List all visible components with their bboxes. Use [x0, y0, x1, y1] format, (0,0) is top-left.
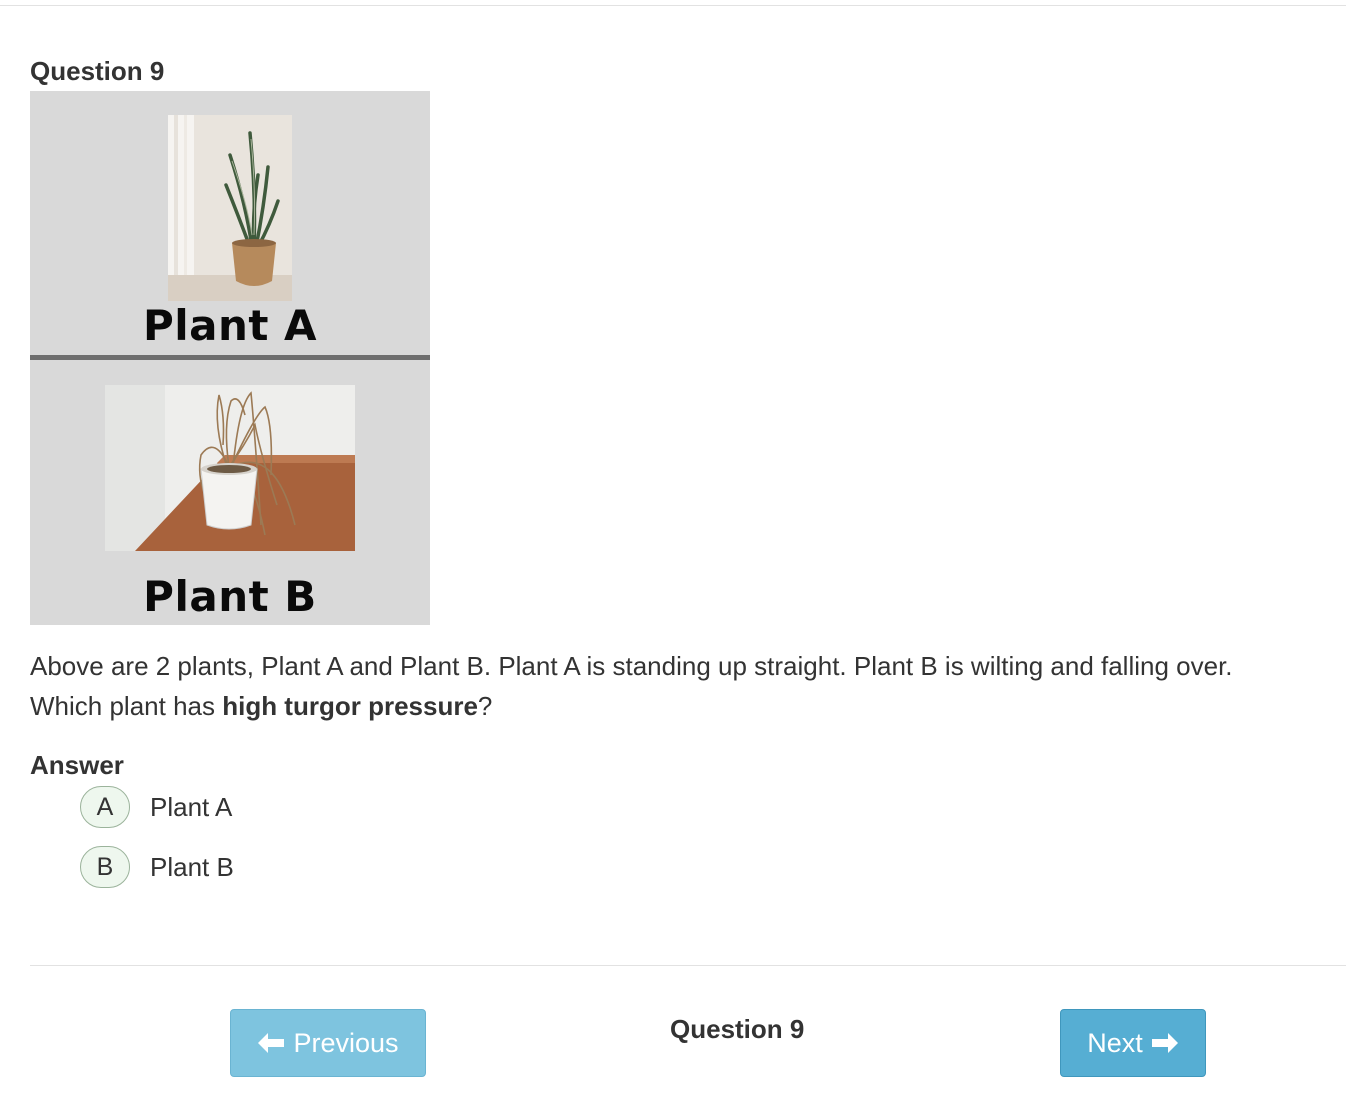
- plant-a-label: Plant A: [142, 301, 318, 350]
- next-button[interactable]: Next: [1060, 1009, 1206, 1077]
- prompt-emphasis: high turgor pressure: [222, 691, 478, 721]
- prompt-line-2: Which plant has high turgor pressure?: [30, 686, 1346, 726]
- plants-figure: Plant A Plant B: [30, 91, 430, 625]
- question-title: Question 9: [30, 56, 165, 86]
- figure-divider: [30, 355, 430, 360]
- option-letter-badge[interactable]: A: [80, 786, 130, 828]
- answer-heading: Answer: [30, 750, 124, 780]
- arrow-right-icon: [1151, 1032, 1179, 1054]
- nav-current-question: Question 9: [670, 1014, 805, 1044]
- top-divider: [0, 5, 1346, 6]
- plant-b-label: Plant B: [143, 572, 317, 621]
- plant-a-photo: [168, 115, 292, 301]
- bottom-divider: [30, 965, 1346, 966]
- next-label: Next: [1087, 1027, 1143, 1058]
- previous-button[interactable]: Previous: [230, 1009, 426, 1077]
- plant-b-photo: [105, 385, 355, 551]
- quiz-page: Question 9 Plant A Plant B Above are 2 p…: [0, 0, 1346, 1106]
- prompt-question-mark: ?: [477, 691, 493, 721]
- arrow-left-icon: [257, 1032, 285, 1054]
- question-prompt: Above are 2 plants, Plant A and Plant B.…: [30, 646, 1346, 726]
- option-text[interactable]: Plant A: [150, 792, 232, 823]
- prompt-text: Which plant has: [30, 691, 223, 721]
- prompt-line-1: Above are 2 plants, Plant A and Plant B.…: [30, 651, 1233, 681]
- answer-option-b[interactable]: B Plant B: [80, 846, 234, 888]
- option-letter-badge[interactable]: B: [80, 846, 130, 888]
- previous-label: Previous: [293, 1027, 399, 1058]
- answer-option-a[interactable]: A Plant A: [80, 786, 232, 828]
- option-text[interactable]: Plant B: [150, 852, 234, 883]
